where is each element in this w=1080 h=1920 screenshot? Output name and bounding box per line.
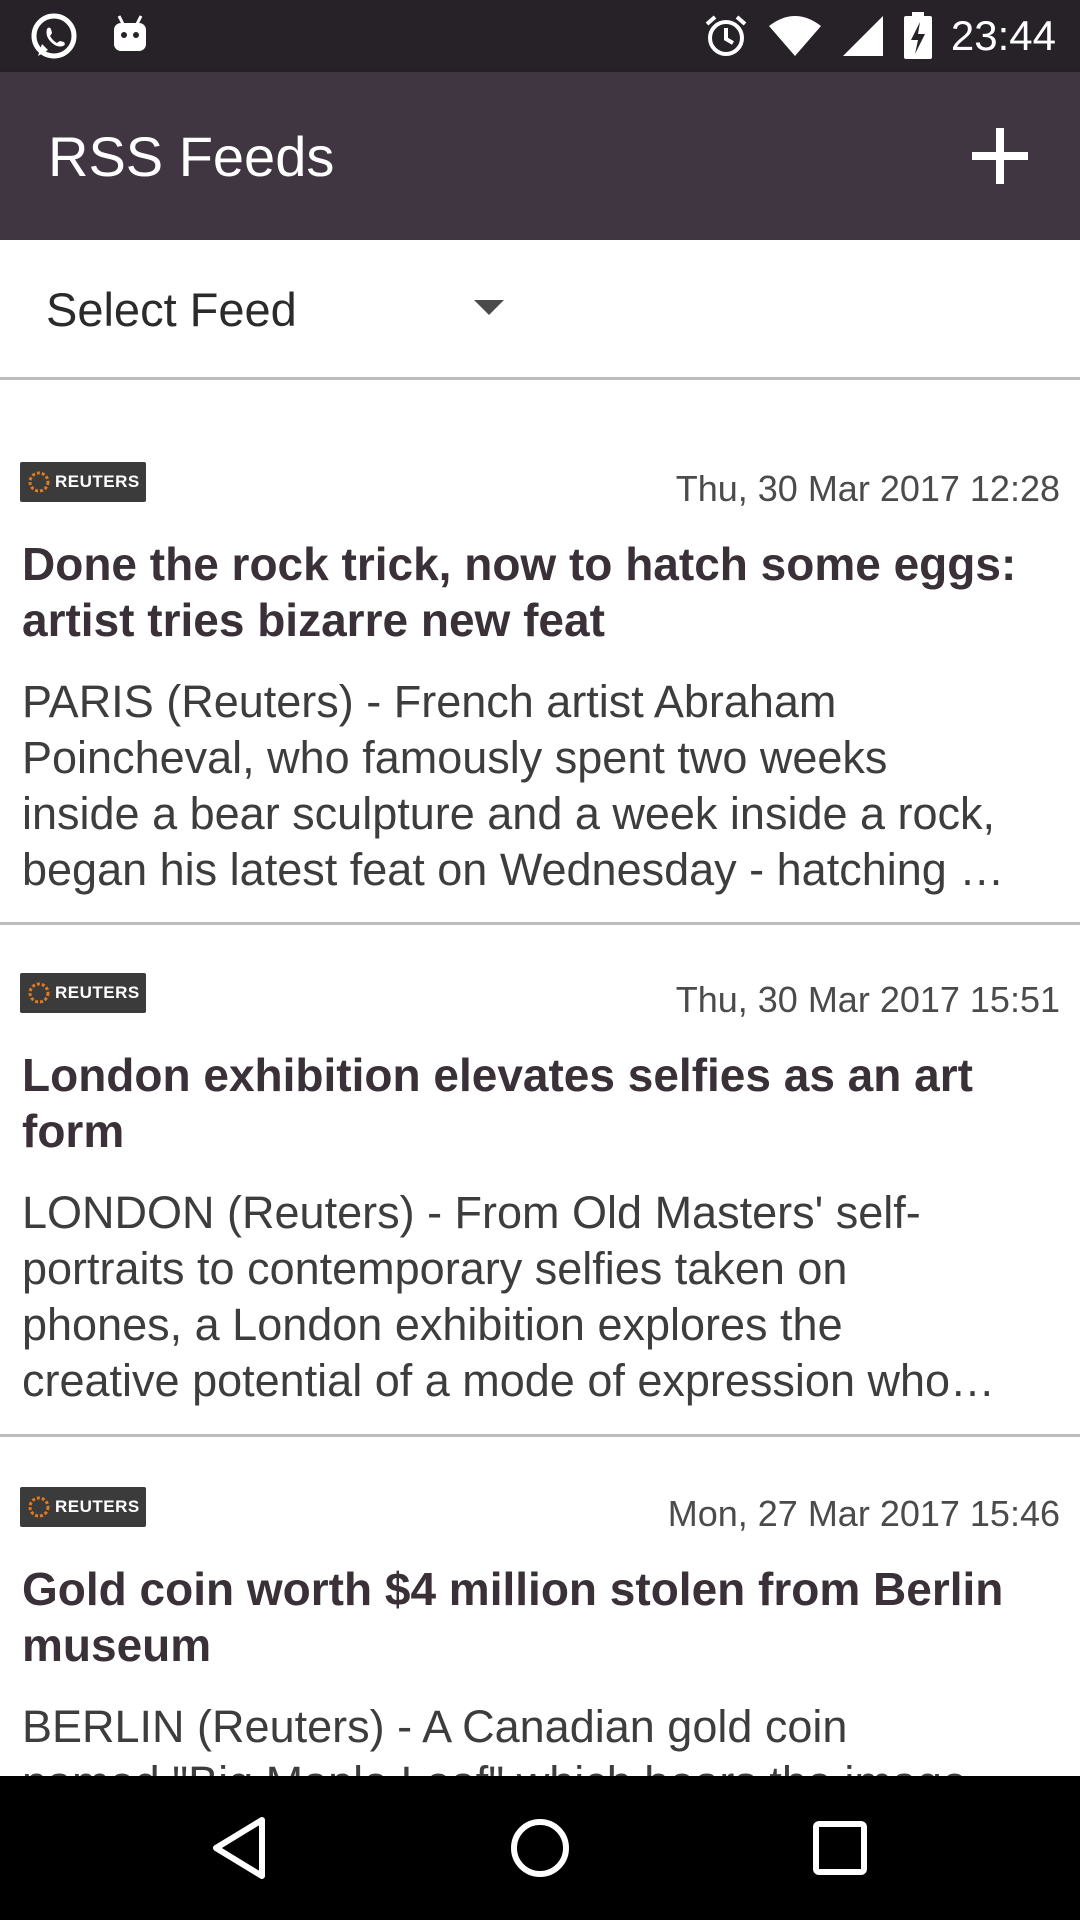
- article-date: Thu, 30 Mar 2017 12:28: [675, 468, 1060, 509]
- source-logo: REUTERS: [20, 973, 146, 1013]
- back-icon: [213, 1817, 265, 1879]
- article-date: Mon, 27 Mar 2017 15:46: [667, 1493, 1060, 1534]
- desc-line: LONDON (Reuters) - From Old Masters' sel…: [22, 1187, 921, 1238]
- article-description: BERLIN (Reuters) - A Canadian gold coin …: [22, 1699, 1062, 1776]
- status-bar: 23:44: [0, 0, 1080, 72]
- title-line: artist tries bizarre new feat: [22, 594, 605, 646]
- desc-line: inside a bear sculpture and a week insid…: [22, 788, 996, 839]
- desc-line: BERLIN (Reuters) - A Canadian gold coin: [22, 1701, 848, 1752]
- article-date: Thu, 30 Mar 2017 15:51: [675, 979, 1060, 1020]
- reuters-logo-icon: [28, 471, 50, 493]
- feed-select-label: Select Feed: [46, 283, 297, 336]
- status-right: 23:44: [703, 0, 1056, 72]
- desc-line: PARIS (Reuters) - French artist Abraham: [22, 676, 837, 727]
- whatsapp-icon: [31, 13, 77, 59]
- reuters-logo-icon: [28, 1496, 50, 1518]
- app-title: RSS Feeds: [48, 125, 335, 188]
- article-description: PARIS (Reuters) - French artist Abraham …: [22, 674, 1062, 898]
- desc-line: creative potential of a mode of expressi…: [22, 1355, 996, 1406]
- article-title[interactable]: Done the rock trick, now to hatch some e…: [22, 536, 1052, 648]
- home-button[interactable]: [504, 1812, 576, 1884]
- signal-icon: [842, 16, 883, 56]
- app-bar: RSS Feeds: [0, 72, 1080, 240]
- source-name: REUTERS: [55, 1497, 140, 1516]
- title-line: London exhibition elevates selfies as an…: [22, 1049, 973, 1101]
- source-logo: REUTERS: [20, 462, 146, 502]
- recents-icon: [813, 1821, 867, 1875]
- article-title[interactable]: London exhibition elevates selfies as an…: [22, 1047, 1052, 1159]
- battery-charging-icon: [903, 12, 932, 59]
- title-line: Done the rock trick, now to hatch some e…: [22, 538, 1017, 590]
- screen: 23:44 RSS Feeds Select Feed REUTERS Thu,…: [0, 0, 1080, 1920]
- source-name: REUTERS: [55, 983, 140, 1002]
- feed-select-dropdown[interactable]: Select Feed: [0, 240, 1080, 378]
- dropdown-arrow-icon: [474, 300, 504, 315]
- wifi-icon: [768, 16, 821, 56]
- plus-icon: [972, 128, 1028, 184]
- source-logo: REUTERS: [20, 1487, 146, 1527]
- desc-line: phones, a London exhibition explores the: [22, 1299, 843, 1350]
- desc-line: began his latest feat on Wednesday - hat…: [22, 844, 1005, 895]
- add-feed-button[interactable]: [956, 112, 1044, 200]
- status-left: [28, 10, 150, 62]
- article-item[interactable]: REUTERS Thu, 30 Mar 2017 15:51 London ex…: [0, 925, 1080, 1435]
- home-icon: [511, 1819, 569, 1877]
- title-line: Gold coin worth $4 million stolen from B…: [22, 1563, 1004, 1615]
- article-description: LONDON (Reuters) - From Old Masters' sel…: [22, 1185, 1062, 1409]
- navigation-bar: [0, 1776, 1080, 1920]
- back-button[interactable]: [204, 1812, 276, 1884]
- title-line: form: [22, 1105, 125, 1157]
- alarm-icon: [705, 15, 747, 56]
- source-name: REUTERS: [55, 472, 140, 491]
- desc-line: portraits to contemporary selfies taken …: [22, 1243, 848, 1294]
- reuters-logo-icon: [28, 982, 50, 1004]
- article-title[interactable]: Gold coin worth $4 million stolen from B…: [22, 1561, 1052, 1673]
- desc-line: named "Big Maple Leaf" which bears the i…: [22, 1755, 1062, 1776]
- title-line: museum: [22, 1619, 212, 1671]
- desc-line: Poincheval, who famously spent two weeks: [22, 732, 888, 783]
- article-item[interactable]: REUTERS Thu, 30 Mar 2017 12:28 Done the …: [0, 380, 1080, 925]
- android-icon: [114, 15, 146, 51]
- recents-button[interactable]: [804, 1812, 876, 1884]
- article-item[interactable]: REUTERS Mon, 27 Mar 2017 15:46 Gold coin…: [0, 1437, 1080, 1776]
- status-time: 23:44: [950, 12, 1056, 59]
